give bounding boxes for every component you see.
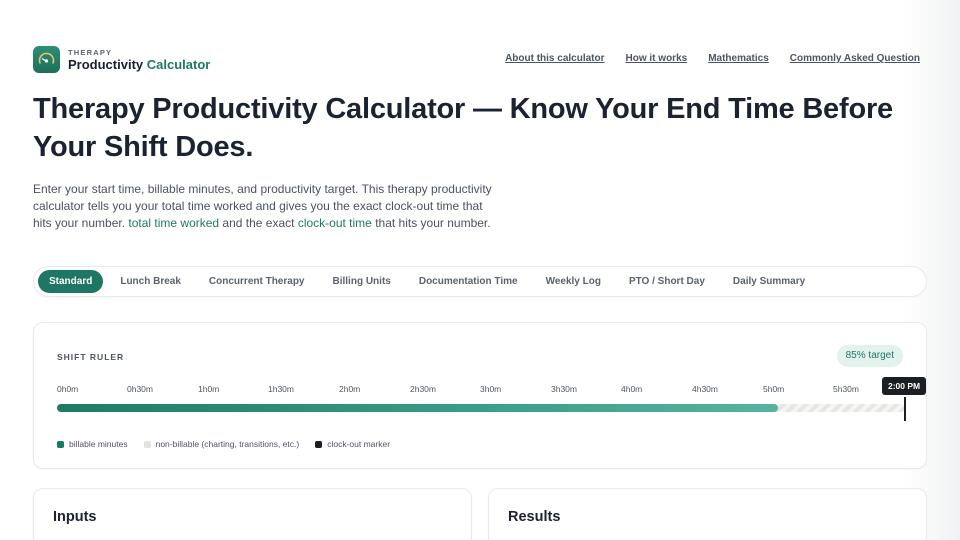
logo[interactable] <box>33 46 60 73</box>
nav-link-how-it-works[interactable]: How it works <box>626 53 688 64</box>
ruler-tick: 0h0m <box>57 384 79 394</box>
page-title: Therapy Productivity Calculator — Know Y… <box>33 93 893 163</box>
legend-swatch-nonbillable <box>143 440 151 448</box>
inputs-title: Inputs <box>53 509 97 525</box>
legend-label-nonbillable: non-billable (charting, transitions, etc… <box>155 439 300 449</box>
nav-link-faq[interactable]: Commonly Asked Question <box>790 53 920 64</box>
legend-nonbillable: non-billable (charting, transitions, etc… <box>143 439 300 449</box>
tab-daily-summary[interactable]: Daily Summary <box>722 270 816 293</box>
brand-name[interactable]: Productivity Calculator <box>68 57 210 72</box>
site-header: THERAPY Productivity Calculator About th… <box>33 46 920 76</box>
ruler-tick: 5h0m <box>763 384 785 394</box>
shift-ruler-label: SHIFT RULER <box>57 352 125 362</box>
gauge-icon <box>38 52 55 64</box>
hero-link-clock-out[interactable]: clock-out time <box>298 216 372 230</box>
ruler-tick: 3h30m <box>551 384 577 394</box>
inputs-panel: Inputs <box>33 488 472 540</box>
clock-out-marker[interactable] <box>904 397 906 421</box>
ruler-tick: 2h0m <box>339 384 361 394</box>
results-title: Results <box>508 509 561 525</box>
ruler-legend: billable minutes non-billable (charting,… <box>57 439 390 449</box>
results-panel: Results <box>488 488 927 540</box>
tab-weekly-log[interactable]: Weekly Log <box>535 270 612 293</box>
ruler-tick: 2h30m <box>410 384 436 394</box>
target-badge: 85% target <box>836 345 903 367</box>
ruler-tick: 3h0m <box>480 384 502 394</box>
billable-fill <box>57 404 778 412</box>
hero-text-part2: and the exact <box>219 216 298 230</box>
legend-billable: billable minutes <box>57 439 128 449</box>
tab-documentation-time[interactable]: Documentation Time <box>408 270 529 293</box>
ruler-tick: 1h30m <box>268 384 294 394</box>
ruler-tick: 0h30m <box>127 384 153 394</box>
ruler-tick: 1h0m <box>198 384 220 394</box>
tab-standard[interactable]: Standard <box>38 270 104 293</box>
tab-lunch-break[interactable]: Lunch Break <box>109 270 192 293</box>
legend-swatch-billable <box>57 440 64 448</box>
brand-name-primary: Productivity <box>68 57 144 72</box>
brand-eyebrow: THERAPY <box>68 48 113 57</box>
nav-link-mathematics[interactable]: Mathematics <box>708 53 769 64</box>
nav-link-about[interactable]: About this calculator <box>505 53 604 64</box>
hero-description: Enter your start time, billable minutes,… <box>33 181 495 232</box>
legend-swatch-clockout <box>315 440 323 448</box>
main-nav: About this calculator How it works Mathe… <box>505 53 920 64</box>
ruler-tick: 4h30m <box>692 384 718 394</box>
legend-clockout: clock-out marker <box>315 439 390 449</box>
tab-billing-units[interactable]: Billing Units <box>322 270 402 293</box>
clock-out-tooltip: 2:00 PM <box>882 377 927 395</box>
brand-name-accent: Calculator <box>146 57 211 72</box>
legend-label-clockout: clock-out marker <box>327 439 391 449</box>
shift-ruler-card: SHIFT RULER 85% target 0h0m 0h30m 1h0m 1… <box>33 322 927 469</box>
ruler-tick: 5h30m <box>833 384 859 394</box>
ruler-tick: 4h0m <box>621 384 643 394</box>
tab-concurrent-therapy[interactable]: Concurrent Therapy <box>198 270 316 293</box>
calculator-tabs: Standard Lunch Break Concurrent Therapy … <box>33 266 927 297</box>
tab-pto-short-day[interactable]: PTO / Short Day <box>618 270 716 293</box>
hero-link-total-time[interactable]: total time worked <box>128 216 219 230</box>
legend-label-billable: billable minutes <box>69 439 128 449</box>
hero-text-part3: that hits your number. <box>371 216 491 230</box>
shift-ruler-track <box>57 404 905 412</box>
